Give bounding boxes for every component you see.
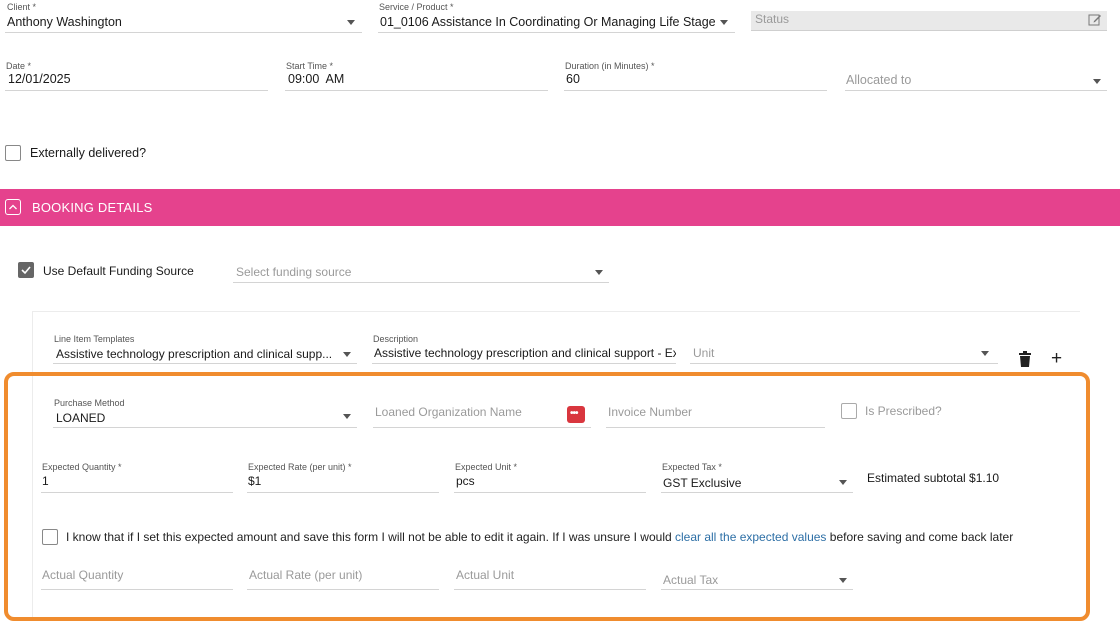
duration-label: Duration (in Minutes) *	[565, 61, 655, 71]
client-label: Client *	[7, 2, 37, 12]
allocated-to-placeholder[interactable]: Allocated to	[846, 73, 911, 87]
check-icon	[21, 266, 31, 275]
externally-delivered-label: Externally delivered?	[30, 146, 147, 160]
allocated-chevron-down-icon[interactable]	[1093, 79, 1101, 84]
externally-delivered-checkbox[interactable]	[5, 145, 21, 161]
collapse-icon[interactable]	[5, 199, 21, 215]
start-time-underline	[285, 90, 548, 91]
booking-details-title: BOOKING DETAILS	[32, 200, 153, 215]
duration-underline	[564, 90, 827, 91]
start-time-label: Start Time *	[286, 61, 334, 71]
client-chevron-down-icon[interactable]	[347, 20, 355, 25]
date-input[interactable]: 12/01/2025	[8, 72, 71, 86]
template-chevron-down-icon[interactable]	[343, 352, 351, 357]
unit-placeholder[interactable]: Unit	[693, 346, 714, 360]
funding-source-placeholder[interactable]: Select funding source	[236, 265, 351, 279]
funding-chevron-down-icon[interactable]	[595, 270, 603, 275]
service-select-value[interactable]: 01_0106 Assistance In Coordinating Or Ma…	[380, 15, 715, 29]
funding-underline	[233, 282, 609, 283]
unit-underline	[690, 363, 998, 364]
line-item-template-label: Line Item Templates	[54, 334, 135, 344]
service-chevron-down-icon[interactable]	[720, 20, 728, 25]
description-input[interactable]: Assistive technology prescription and cl…	[374, 346, 676, 360]
allocated-underline	[845, 90, 1107, 91]
line-item-template-value[interactable]: Assistive technology prescription and cl…	[56, 347, 340, 361]
status-field	[751, 11, 1107, 31]
client-underline	[5, 32, 362, 33]
service-label: Service / Product *	[379, 2, 454, 12]
unit-chevron-down-icon[interactable]	[981, 351, 989, 356]
description-underline	[372, 363, 676, 364]
date-label: Date *	[6, 61, 32, 71]
date-underline	[5, 90, 268, 91]
service-underline	[378, 32, 735, 33]
trash-icon[interactable]	[1018, 351, 1032, 368]
client-select-value[interactable]: Anthony Washington	[7, 15, 337, 29]
use-default-funding-label: Use Default Funding Source	[43, 264, 194, 278]
duration-input[interactable]: 60	[566, 72, 580, 86]
use-default-funding-checkbox[interactable]	[18, 262, 34, 278]
start-time-input[interactable]: 09:00 AM	[288, 72, 344, 86]
status-placeholder: Status	[755, 12, 790, 26]
highlight-box	[4, 372, 1090, 621]
template-underline	[53, 363, 357, 364]
description-label: Description	[373, 334, 419, 344]
booking-details-header[interactable]	[0, 189, 1120, 226]
plus-icon[interactable]: +	[1051, 349, 1062, 368]
edit-icon	[1088, 14, 1101, 26]
